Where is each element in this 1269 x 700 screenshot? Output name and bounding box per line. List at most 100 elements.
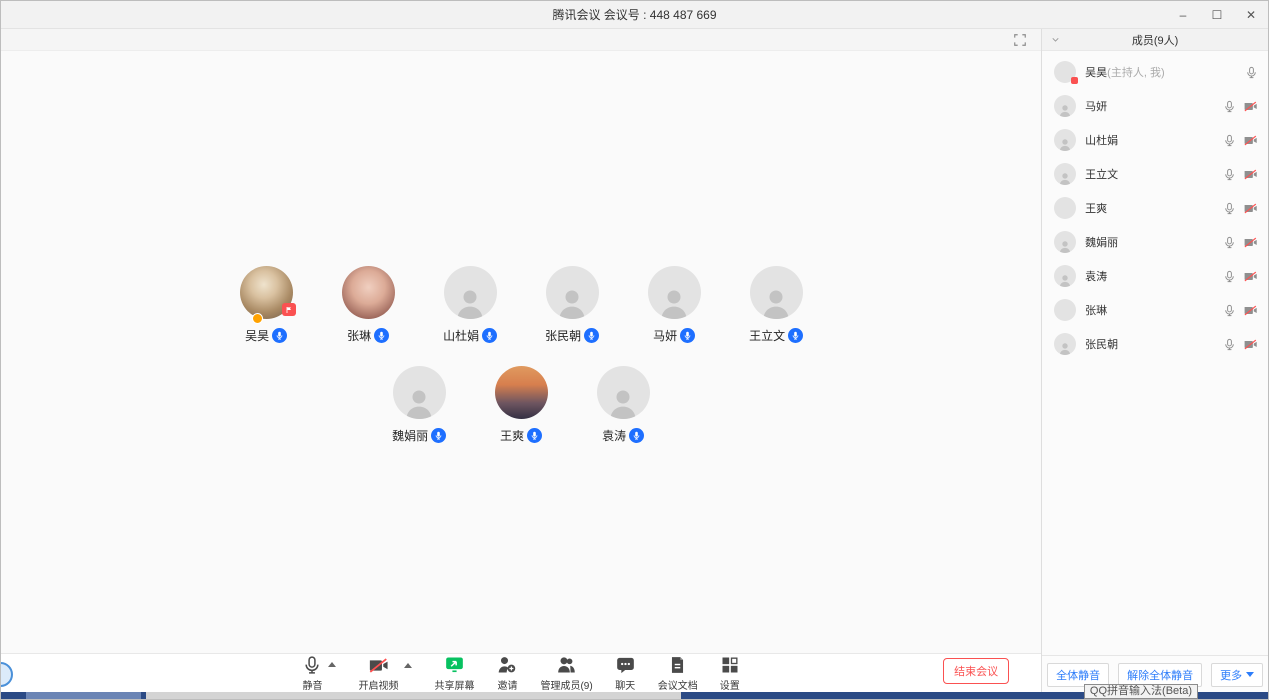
mic-options-caret[interactable] (328, 662, 336, 667)
participant-name: 王立文 (749, 327, 785, 344)
member-row[interactable]: 王立文 (1042, 157, 1268, 191)
participant-name: 魏娟丽 (392, 427, 428, 444)
participant-tile[interactable]: 山杜娟 (434, 266, 506, 344)
tencent-meeting-window: 腾讯会议 会议号 : 448 487 669 – ☐ ✕ (0, 0, 1269, 700)
mic-icon[interactable] (1223, 236, 1236, 249)
member-row[interactable]: 魏娟丽 (1042, 225, 1268, 259)
fullscreen-icon[interactable] (1013, 33, 1027, 47)
participant-tile[interactable]: 王立文 (740, 266, 812, 344)
collapse-chevron-icon[interactable] (1050, 34, 1061, 45)
avatar (648, 266, 701, 319)
camera-off-icon[interactable] (1243, 100, 1258, 113)
member-name: 张琳 (1085, 302, 1214, 318)
host-flag-badge (282, 303, 296, 316)
member-row[interactable]: 马妍 (1042, 89, 1268, 123)
participant-row-1: 吴昊 张琳 山杜娟 (1, 266, 1041, 344)
members-count-title: 成员(9人) (1132, 32, 1178, 48)
mic-icon[interactable] (1223, 270, 1236, 283)
camera-off-icon[interactable] (1243, 236, 1258, 249)
participant-tile[interactable]: 马妍 (638, 266, 710, 344)
participant-name: 张民朝 (545, 327, 581, 344)
share-screen-button[interactable]: 共享屏幕 (434, 655, 474, 692)
camera-off-icon[interactable] (1243, 304, 1258, 317)
avatar (444, 266, 497, 319)
ime-tooltip: QQ拼音输入法(Beta) (1084, 684, 1198, 699)
camera-off-icon[interactable] (1243, 338, 1258, 351)
chat-button[interactable]: 聊天 (615, 655, 636, 692)
avatar (495, 366, 548, 419)
participant-name: 山杜娟 (443, 327, 479, 344)
participant-tile[interactable]: 张民朝 (536, 266, 608, 344)
member-row-host[interactable]: 吴昊(主持人, 我) (1042, 55, 1268, 89)
member-row[interactable]: 王爽 (1042, 191, 1268, 225)
host-flag-badge (1071, 77, 1078, 84)
maximize-button[interactable]: ☐ (1210, 8, 1224, 22)
avatar (240, 266, 293, 319)
manage-members-button[interactable]: 管理成员(9) (540, 655, 592, 692)
audio-on-badge (680, 328, 695, 343)
participant-name: 吴昊 (245, 327, 269, 344)
participant-tile[interactable]: 袁涛 (587, 366, 659, 444)
members-panel: 成员(9人) 吴昊(主持人, 我) 马妍 山杜娟 (1042, 29, 1268, 693)
participant-row-2: 魏娟丽 王爽 袁涛 (1, 366, 1041, 444)
camera-off-icon[interactable] (1243, 270, 1258, 283)
participant-name: 王爽 (500, 427, 524, 444)
audio-on-badge (374, 328, 389, 343)
titlebar[interactable]: 腾讯会议 会议号 : 448 487 669 – ☐ ✕ (1, 1, 1268, 29)
audio-on-badge (527, 428, 542, 443)
taskbar-segment (146, 692, 681, 699)
camera-off-icon[interactable] (1243, 134, 1258, 147)
audio-on-badge (629, 428, 644, 443)
mic-icon[interactable] (1245, 66, 1258, 79)
avatar (1054, 265, 1076, 287)
avatar (1054, 299, 1076, 321)
audio-on-badge (584, 328, 599, 343)
unmute-all-button[interactable]: 解除全体静音 (1118, 663, 1202, 687)
invite-button[interactable]: 邀请 (496, 655, 518, 692)
mic-icon[interactable] (1223, 134, 1236, 147)
audio-on-badge (788, 328, 803, 343)
member-row[interactable]: 张民朝 (1042, 327, 1268, 361)
members-panel-header: 成员(9人) (1042, 29, 1268, 51)
mute-all-button[interactable]: 全体静音 (1047, 663, 1109, 687)
window-title: 腾讯会议 会议号 : 448 487 669 (552, 6, 716, 23)
camera-off-icon[interactable] (1243, 168, 1258, 181)
participant-tile[interactable]: 王爽 (485, 366, 557, 444)
member-name: 王立文 (1085, 166, 1214, 182)
avatar (1054, 197, 1076, 219)
meeting-docs-button[interactable]: 会议文档 (658, 655, 698, 692)
close-button[interactable]: ✕ (1244, 8, 1258, 22)
member-row[interactable]: 山杜娟 (1042, 123, 1268, 157)
mic-icon[interactable] (1223, 304, 1236, 317)
document-icon (668, 655, 687, 675)
settings-grid-icon (720, 655, 740, 675)
mute-button[interactable]: 静音 (302, 655, 322, 692)
avatar (1054, 333, 1076, 355)
camera-off-icon[interactable] (1243, 202, 1258, 215)
participant-tile[interactable]: 吴昊 (230, 266, 302, 344)
end-meeting-button[interactable]: 结束会议 (943, 658, 1009, 684)
participant-tile[interactable]: 张琳 (332, 266, 404, 344)
member-row[interactable]: 袁涛 (1042, 259, 1268, 293)
member-list[interactable]: 吴昊(主持人, 我) 马妍 山杜娟 王立文 (1042, 51, 1268, 655)
avatar (342, 266, 395, 319)
participant-tile[interactable]: 魏娟丽 (383, 366, 455, 444)
member-name: 张民朝 (1085, 336, 1214, 352)
camera-off-icon (367, 656, 390, 675)
video-options-caret[interactable] (404, 663, 412, 668)
audio-on-badge (272, 328, 287, 343)
chat-bubble-icon (615, 655, 636, 675)
member-row[interactable]: 张琳 (1042, 293, 1268, 327)
avatar (1054, 129, 1076, 151)
settings-button[interactable]: 设置 (720, 655, 740, 692)
minimize-button[interactable]: – (1176, 8, 1190, 22)
audio-on-badge (482, 328, 497, 343)
more-button[interactable]: 更多 (1211, 663, 1263, 687)
mic-icon[interactable] (1223, 338, 1236, 351)
avatar (1054, 61, 1076, 83)
mic-icon[interactable] (1223, 202, 1236, 215)
mic-icon[interactable] (1223, 168, 1236, 181)
mic-icon[interactable] (1223, 100, 1236, 113)
start-video-button[interactable]: 开启视频 (358, 656, 398, 692)
avatar (1054, 163, 1076, 185)
